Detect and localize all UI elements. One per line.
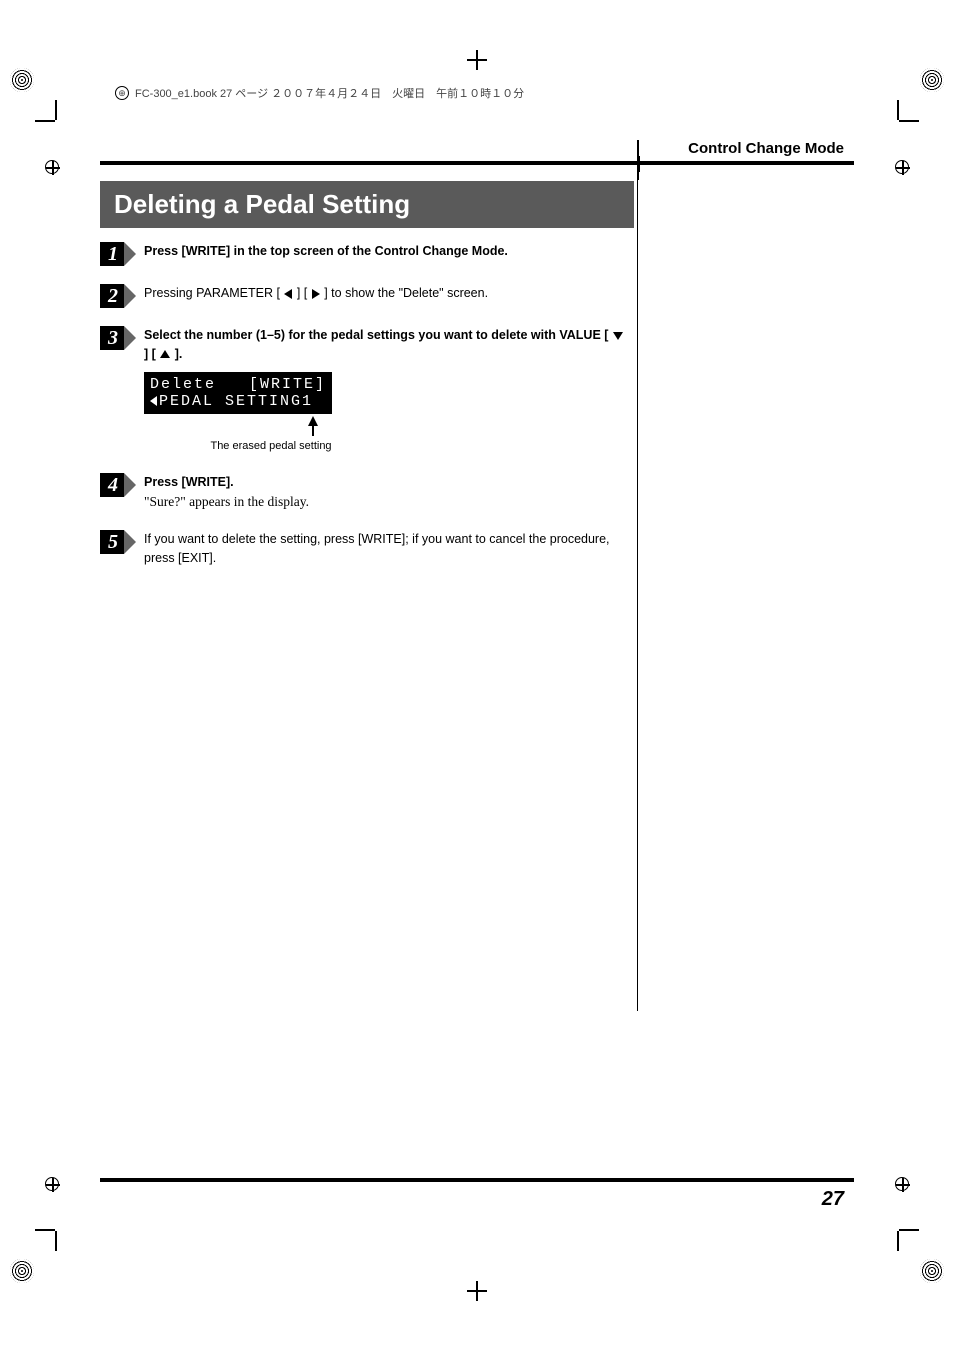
step-description: "Sure?" appears in the display. xyxy=(144,492,624,512)
crosshair-icon xyxy=(467,1281,487,1301)
book-strip: ⊕ FC-300_e1.book 27 ページ ２００７年４月２４日 火曜日 午… xyxy=(115,85,524,101)
step-number: 1 xyxy=(100,242,130,266)
step-number: 5 xyxy=(100,530,130,568)
step-text: If you want to delete the setting, press… xyxy=(144,532,610,565)
lcd-arrow-left-icon xyxy=(150,396,157,406)
book-strip-ring-icon: ⊕ xyxy=(115,86,129,100)
step-5: 5 If you want to delete the setting, pre… xyxy=(100,530,624,568)
triangle-left-icon xyxy=(284,289,292,299)
lcd-caption: The erased pedal setting xyxy=(210,438,332,455)
book-strip-ring-glyph: ⊕ xyxy=(118,88,126,99)
crop-mark-icon xyxy=(869,120,899,150)
step-text-mid: ] [ xyxy=(293,286,310,300)
triangle-up-icon xyxy=(160,350,170,358)
crop-mark-icon xyxy=(869,1201,899,1231)
vertical-divider xyxy=(637,140,639,180)
vertical-divider xyxy=(637,180,638,1011)
section-title: Deleting a Pedal Setting xyxy=(100,181,634,228)
step-title: Press [WRITE]. xyxy=(144,473,624,492)
registration-mark-icon xyxy=(920,68,944,92)
step-text: Press [WRITE] in the top screen of the C… xyxy=(144,244,508,258)
step-number-label: 3 xyxy=(100,326,124,350)
step-body: Pressing PARAMETER [ ] [ ] to show the "… xyxy=(144,284,624,308)
footer-rule xyxy=(100,1178,854,1182)
step-body: Press [WRITE]. "Sure?" appears in the di… xyxy=(144,473,624,512)
step-3: 3 Select the number (1–5) for the pedal … xyxy=(100,326,624,455)
step-number-label: 5 xyxy=(100,530,124,554)
lcd-screen: Delete [WRITE] PEDAL SETTING1 xyxy=(144,372,332,415)
crop-mark-icon xyxy=(55,1201,85,1231)
step-body: Select the number (1–5) for the pedal se… xyxy=(144,326,624,455)
step-number-label: 4 xyxy=(100,473,124,497)
sidebar-column xyxy=(644,140,854,1211)
step-text-mid: ] [ xyxy=(144,347,159,361)
step-text-suffix: ] to show the "Delete" screen. xyxy=(321,286,488,300)
register-target-icon xyxy=(895,1177,909,1191)
step-4: 4 Press [WRITE]. "Sure?" appears in the … xyxy=(100,473,624,512)
steps-list: 1 Press [WRITE] in the top screen of the… xyxy=(100,242,624,567)
book-strip-text: FC-300_e1.book 27 ページ ２００７年４月２４日 火曜日 午前１… xyxy=(135,85,524,101)
register-target-icon xyxy=(895,160,909,174)
step-number-label: 1 xyxy=(100,242,124,266)
lcd-pointer-icon xyxy=(294,416,332,436)
step-2: 2 Pressing PARAMETER [ ] [ ] to show the… xyxy=(100,284,624,308)
step-text-suffix: ]. xyxy=(171,347,182,361)
crosshair-icon xyxy=(467,50,487,70)
register-target-icon xyxy=(45,160,59,174)
crop-mark-icon xyxy=(55,120,85,150)
lcd-display: Delete [WRITE] PEDAL SETTING1 The erased… xyxy=(144,372,332,455)
page-number: 27 xyxy=(100,1188,854,1211)
step-number: 2 xyxy=(100,284,130,308)
step-text-prefix: Pressing PARAMETER [ xyxy=(144,286,283,300)
step-text-prefix: Select the number (1–5) for the pedal se… xyxy=(144,328,612,342)
registration-mark-icon xyxy=(10,1259,34,1283)
page-footer: 27 xyxy=(100,1178,854,1211)
step-body: Press [WRITE] in the top screen of the C… xyxy=(144,242,624,266)
step-1: 1 Press [WRITE] in the top screen of the… xyxy=(100,242,624,266)
triangle-right-icon xyxy=(312,289,320,299)
step-number: 3 xyxy=(100,326,130,455)
registration-mark-icon xyxy=(920,1259,944,1283)
lcd-line1: Delete [WRITE] xyxy=(150,376,326,393)
registration-mark-icon xyxy=(10,68,34,92)
step-body: If you want to delete the setting, press… xyxy=(144,530,624,568)
step-number: 4 xyxy=(100,473,130,512)
lcd-line2: PEDAL SETTING1 xyxy=(159,393,313,410)
register-target-icon xyxy=(45,1177,59,1191)
step-number-label: 2 xyxy=(100,284,124,308)
triangle-down-icon xyxy=(613,332,623,340)
